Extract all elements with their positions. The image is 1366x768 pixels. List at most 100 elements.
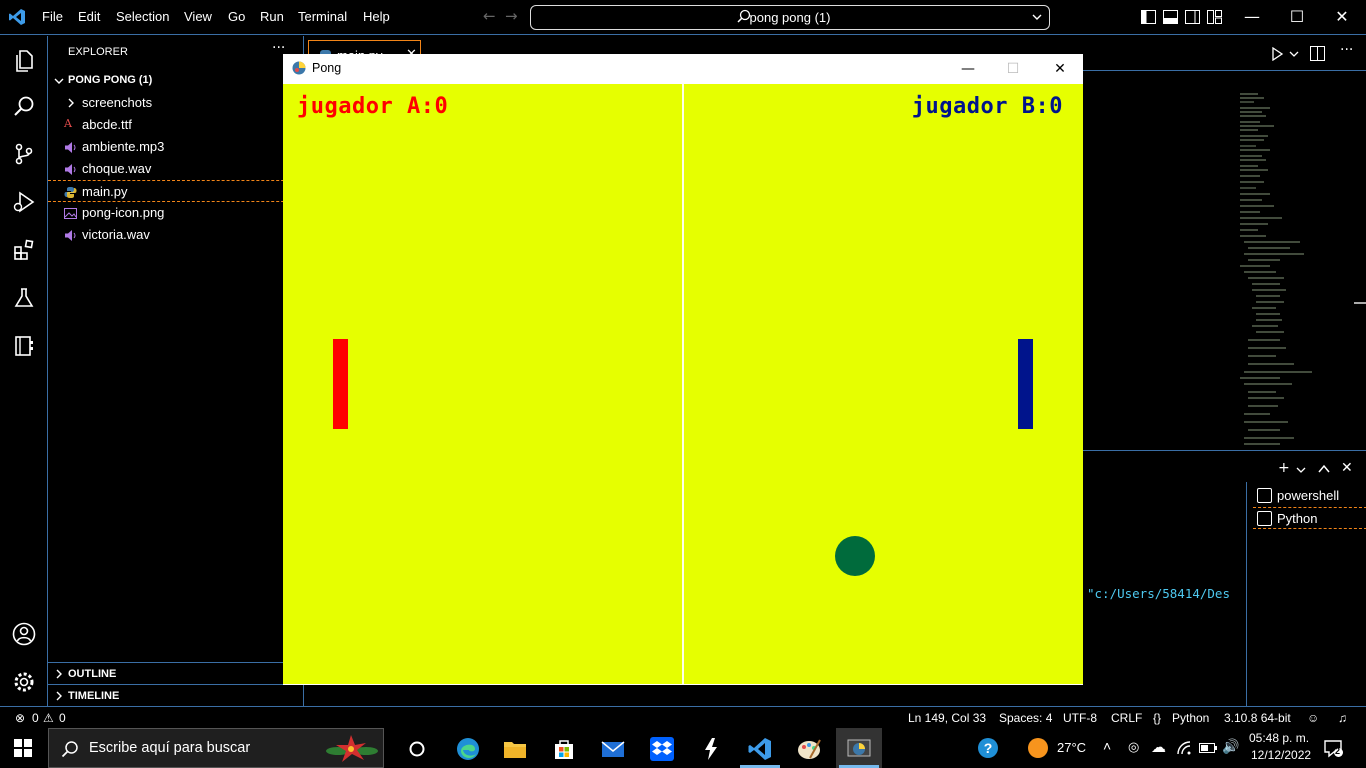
explorer-files-icon[interactable] xyxy=(12,48,36,72)
close-icon[interactable]: ✕ xyxy=(1322,4,1362,30)
explorer-sidebar: EXPLORER ··· PONG PONG (1) screenchots A… xyxy=(48,36,304,706)
terminal-item-python[interactable]: Python xyxy=(1253,507,1366,529)
search-icon[interactable] xyxy=(12,94,36,118)
encoding[interactable]: UTF-8 xyxy=(1063,711,1097,725)
ball xyxy=(835,536,875,576)
chevron-down-icon xyxy=(54,78,64,84)
task-view-icon[interactable] xyxy=(404,736,430,762)
help-icon[interactable]: ? xyxy=(976,736,1000,760)
clock-date[interactable]: 12/12/2022 xyxy=(1251,748,1311,762)
chevron-down-icon[interactable] xyxy=(1296,465,1306,475)
testing-flask-icon[interactable] xyxy=(12,286,36,310)
account-icon[interactable] xyxy=(12,622,36,646)
weather-sun-icon[interactable] xyxy=(1027,737,1049,759)
maximize-icon[interactable]: ☐ xyxy=(1277,4,1317,30)
microsoft-store-icon[interactable] xyxy=(551,736,577,762)
menu-help[interactable]: Help xyxy=(363,9,390,24)
tree-item-abcde-ttf[interactable]: A abcde.ttf xyxy=(48,114,304,136)
menu-file[interactable]: File xyxy=(42,9,63,24)
tree-item-ambiente-mp3[interactable]: ambiente.mp3 xyxy=(48,136,304,158)
vscode-taskbar-icon[interactable] xyxy=(747,736,773,762)
maximize-icon[interactable]: ☐ xyxy=(991,58,1035,80)
menu-go[interactable]: Go xyxy=(228,9,245,24)
python-taskbar-icon[interactable] xyxy=(846,736,872,762)
search-placeholder: Escribe aquí para buscar xyxy=(89,740,251,756)
braces-icon[interactable]: {} xyxy=(1153,711,1161,725)
minimize-icon[interactable]: — xyxy=(1232,4,1272,30)
menu-terminal[interactable]: Terminal xyxy=(298,9,347,24)
source-control-icon[interactable] xyxy=(12,142,36,166)
new-terminal-icon[interactable]: + xyxy=(1278,460,1290,476)
tree-item-victoria-wav[interactable]: victoria.wav xyxy=(48,224,304,246)
error-count[interactable]: 0 xyxy=(32,711,39,725)
command-center[interactable]: pong pong (1) xyxy=(530,5,1050,30)
feedback-icon[interactable]: ☺ xyxy=(1307,711,1319,725)
close-icon[interactable]: ✕ xyxy=(1038,58,1082,80)
battery-icon[interactable] xyxy=(1199,741,1217,755)
chevron-right-icon xyxy=(56,691,62,701)
end-of-line[interactable]: CRLF xyxy=(1111,711,1142,725)
chevron-down-icon[interactable] xyxy=(1031,11,1043,23)
more-actions-icon[interactable]: ··· xyxy=(1340,42,1353,58)
python-interpreter[interactable]: 3.10.8 64-bit xyxy=(1224,711,1291,725)
tree-item-main-py[interactable]: main.py xyxy=(48,180,304,202)
terminal-item-powershell[interactable]: powershell xyxy=(1253,485,1366,507)
onedrive-cloud-icon[interactable]: ☁ xyxy=(1151,738,1166,756)
minimap[interactable] xyxy=(1240,92,1352,448)
close-panel-icon[interactable]: ✕ xyxy=(1341,460,1353,476)
tree-item-label: abcde.ttf xyxy=(82,117,132,132)
file-explorer-icon[interactable] xyxy=(502,736,528,762)
tree-item-choque-wav[interactable]: choque.wav xyxy=(48,158,304,180)
volume-icon[interactable]: 🔊 xyxy=(1222,738,1239,755)
toggle-primary-sidebar-icon[interactable] xyxy=(1141,10,1156,24)
toggle-panel-icon[interactable] xyxy=(1163,10,1178,24)
tree-item-screenchots[interactable]: screenchots xyxy=(48,92,304,114)
timeline-section[interactable]: TIMELINE xyxy=(48,684,304,706)
error-icon[interactable]: ⊗ xyxy=(15,711,25,725)
dropbox-icon[interactable] xyxy=(649,736,675,762)
pong-title-bar[interactable]: Pong — ☐ ✕ xyxy=(283,54,1083,84)
back-arrow-icon[interactable]: ← xyxy=(483,7,496,25)
forward-arrow-icon[interactable]: → xyxy=(505,7,518,25)
run-python-icon[interactable] xyxy=(1270,47,1284,61)
webcam-icon[interactable]: ◎ xyxy=(1128,739,1139,755)
taskbar-search-box[interactable]: Escribe aquí para buscar xyxy=(48,728,384,768)
language-mode[interactable]: Python xyxy=(1172,711,1209,725)
split-editor-icon[interactable] xyxy=(1310,46,1325,61)
menu-edit[interactable]: Edit xyxy=(78,9,100,24)
tree-item-pong-icon-png[interactable]: pong-icon.png xyxy=(48,202,304,224)
notebook-icon[interactable] xyxy=(12,334,36,358)
bell-icon[interactable]: ♫ xyxy=(1338,711,1347,725)
minimize-icon[interactable]: — xyxy=(946,58,990,80)
clock-time[interactable]: 05:48 p. m. xyxy=(1249,731,1309,745)
windows-start-icon[interactable] xyxy=(14,739,32,757)
indentation[interactable]: Spaces: 4 xyxy=(999,711,1052,725)
temperature[interactable]: 27°C xyxy=(1057,740,1086,755)
maximize-panel-icon[interactable] xyxy=(1318,463,1330,475)
wifi-icon[interactable] xyxy=(1176,740,1192,756)
paint-icon[interactable] xyxy=(796,736,822,762)
cursor-position[interactable]: Ln 149, Col 33 xyxy=(908,711,986,725)
image-file-icon xyxy=(64,208,77,219)
warning-icon[interactable]: ⚠ xyxy=(43,711,54,725)
chevron-up-icon[interactable]: ˄ xyxy=(1103,738,1111,754)
pong-game-canvas[interactable]: jugador A:0 jugador B:0 xyxy=(283,84,1083,684)
toggle-secondary-sidebar-icon[interactable] xyxy=(1185,10,1200,24)
mail-icon[interactable] xyxy=(600,736,626,762)
menu-run[interactable]: Run xyxy=(260,9,284,24)
menu-view[interactable]: View xyxy=(184,9,212,24)
customize-layout-icon[interactable] xyxy=(1207,10,1222,24)
terminal-output[interactable]: "c:/Users/58414/Des xyxy=(1087,586,1230,601)
folder-header[interactable]: PONG PONG (1) xyxy=(48,70,304,92)
lightning-app-icon[interactable] xyxy=(698,736,724,762)
editor-scrollbar-thumb[interactable] xyxy=(1354,302,1366,304)
svg-text:?: ? xyxy=(984,740,993,756)
outline-section[interactable]: OUTLINE xyxy=(48,662,304,684)
gear-icon[interactable] xyxy=(12,670,36,694)
extensions-icon[interactable] xyxy=(12,238,36,262)
menu-selection[interactable]: Selection xyxy=(116,9,169,24)
edge-browser-icon[interactable] xyxy=(455,736,481,762)
warning-count[interactable]: 0 xyxy=(59,711,66,725)
run-debug-icon[interactable] xyxy=(12,190,36,214)
chevron-down-icon[interactable] xyxy=(1289,49,1299,59)
